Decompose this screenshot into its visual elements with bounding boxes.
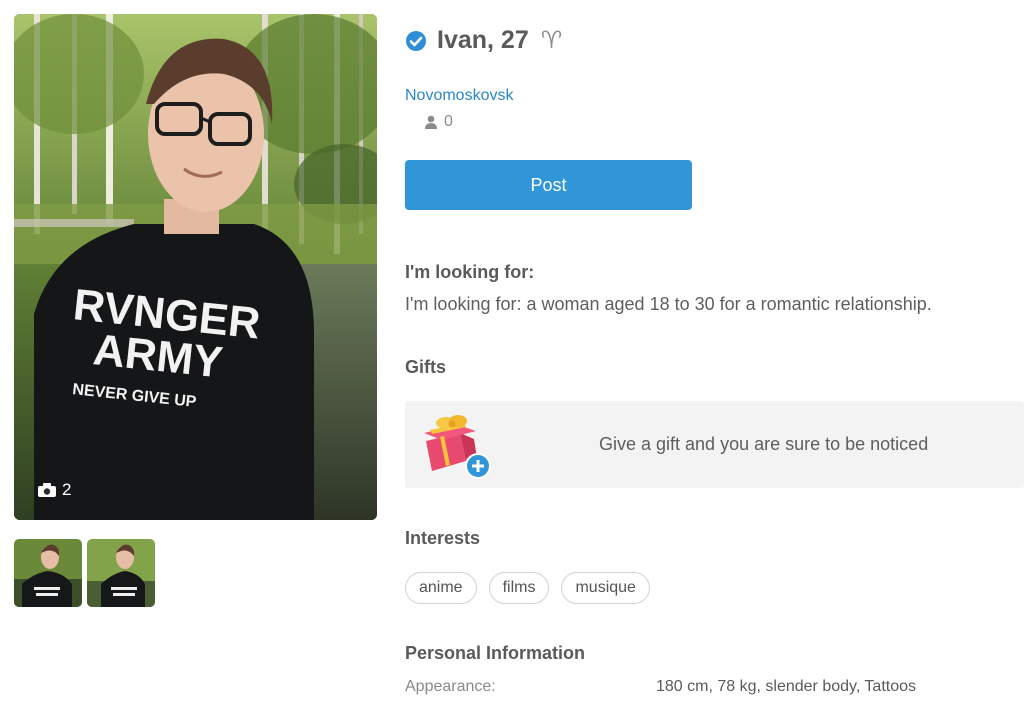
thumbnail-image: [14, 539, 82, 607]
photo-count-value: 2: [62, 480, 72, 499]
person-icon: [425, 115, 437, 129]
profile-photo-main[interactable]: RVNGER ARMY NEVER GIVE UP: [14, 14, 377, 520]
zodiac-icon: ♈: [540, 27, 563, 54]
friends-count-value: 0: [444, 113, 453, 130]
photo-thumbnail-2[interactable]: [87, 539, 155, 607]
interest-chip-anime[interactable]: anime: [405, 572, 477, 604]
profile-name-age: Ivan, 27: [437, 26, 529, 54]
interest-chip-musique[interactable]: musique: [561, 572, 650, 604]
looking-for-title: I'm looking for:: [405, 262, 535, 282]
thumbnail-image: [87, 539, 155, 607]
personal-info-title: Personal Information: [405, 643, 586, 663]
appearance-label: Appearance:: [405, 678, 496, 695]
profile-header: Ivan, 27 ♈: [405, 26, 562, 55]
camera-icon: [38, 483, 56, 497]
profile-photo-image: RVNGER ARMY NEVER GIVE UP: [14, 14, 377, 520]
friends-count[interactable]: 0: [424, 113, 453, 131]
check-circle-icon: [406, 30, 426, 51]
post-button[interactable]: Post: [405, 160, 692, 210]
looking-for-text: I'm looking for: a woman aged 18 to 30 f…: [405, 294, 932, 314]
photo-thumbnail-1[interactable]: [14, 539, 82, 607]
interests-list: anime films musique: [405, 572, 650, 604]
profile-city-link[interactable]: Novomoskovsk: [405, 87, 513, 105]
photo-count[interactable]: 2: [38, 480, 71, 500]
gifts-title: Gifts: [405, 357, 447, 377]
interests-title: Interests: [405, 528, 481, 548]
interest-chip-films[interactable]: films: [488, 572, 550, 604]
gift-prompt-text: Give a gift and you are sure to be notic…: [599, 434, 929, 454]
plus-circle-icon: [465, 453, 491, 479]
gift-icon: [424, 415, 491, 479]
gift-prompt-box[interactable]: Give a gift and you are sure to be notic…: [405, 401, 1024, 488]
appearance-value: 180 cm, 78 kg, slender body, Tattoos: [656, 678, 917, 695]
